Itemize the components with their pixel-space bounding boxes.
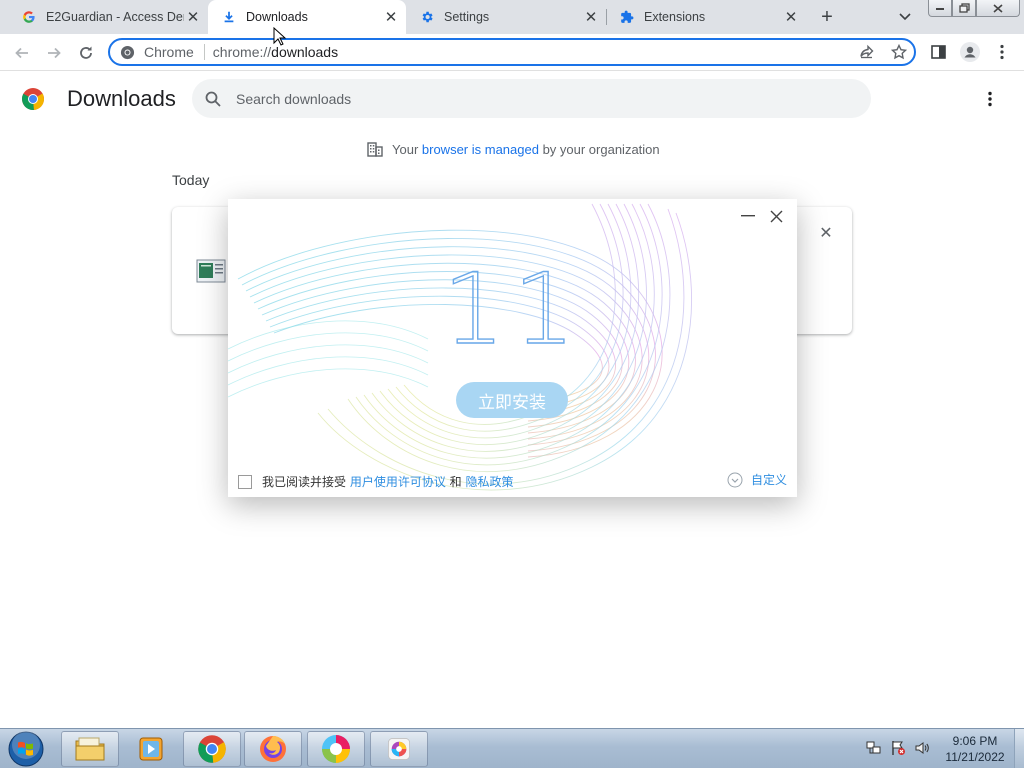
taskbar-installer-app[interactable]	[307, 731, 365, 767]
chevron-down-circle-icon	[727, 472, 743, 487]
taskbar-media-player[interactable]	[122, 731, 180, 767]
tab-label: Downloads	[246, 10, 308, 24]
windows-taskbar: 9:06 PM 11/21/2022	[0, 728, 1024, 768]
close-tab-icon[interactable]: ✕	[782, 8, 800, 26]
close-tab-icon[interactable]: ✕	[184, 8, 202, 26]
taskbar-installer-window[interactable]	[370, 731, 428, 767]
google-g-icon	[21, 9, 37, 25]
back-arrow-icon[interactable]	[9, 40, 35, 66]
share-icon[interactable]	[858, 43, 876, 61]
managed-notice: Your browser is managed by your organiza…	[366, 140, 660, 158]
managed-prefix: Your	[392, 141, 422, 157]
taskbar-chrome[interactable]	[183, 731, 241, 767]
custom-install-label: 自定义	[750, 473, 787, 487]
agreement-row: 我已阅读并接受 用户使用许可协议 和 隐私政策	[238, 473, 514, 490]
bookmark-star-icon[interactable]	[890, 43, 908, 61]
forward-arrow-icon[interactable]	[41, 40, 67, 66]
url-scheme: chrome://	[212, 44, 272, 60]
volume-speaker-icon[interactable]	[914, 740, 930, 756]
tab-settings[interactable]: Settings ✕	[406, 0, 606, 34]
chrome-logo-icon	[21, 87, 45, 111]
gear-icon	[419, 9, 435, 25]
chrome-icon	[198, 735, 226, 763]
page-title: Downloads	[67, 86, 176, 111]
minimize-window-button[interactable]	[928, 0, 952, 17]
managed-link[interactable]: browser is managed	[422, 142, 539, 157]
media-player-icon	[139, 737, 163, 761]
installer-minimize-icon[interactable]	[739, 207, 757, 225]
search-input[interactable]	[236, 90, 796, 107]
tab-label: E2Guardian - Access Denied	[46, 10, 184, 24]
address-bar[interactable]: Chrome chrome://downloads	[108, 38, 916, 66]
reload-icon[interactable]	[73, 40, 99, 66]
mouse-cursor-icon	[273, 27, 287, 46]
installer-close-icon[interactable]	[767, 207, 785, 225]
new-tab-button[interactable]: +	[816, 6, 838, 28]
profile-avatar-icon[interactable]	[958, 40, 982, 64]
site-chip[interactable]: Chrome	[110, 44, 213, 60]
site-chip-label: Chrome	[144, 44, 194, 60]
restore-window-button[interactable]	[952, 0, 976, 17]
taskbar-firefox[interactable]	[244, 731, 302, 767]
agreement-text: 我已阅读并接受	[262, 475, 350, 489]
start-button[interactable]	[6, 730, 46, 768]
firefox-icon	[260, 736, 286, 762]
remove-download-close-icon[interactable]: ✕	[817, 224, 835, 242]
browser-toolbar: Chrome chrome://downloads	[0, 34, 1024, 71]
tab-downloads[interactable]: Downloads ✕	[208, 0, 406, 34]
chrome-menu-kebab-icon[interactable]	[990, 40, 1014, 64]
privacy-policy-link[interactable]: 隐私政策	[465, 473, 513, 490]
close-tab-icon[interactable]: ✕	[382, 8, 400, 26]
clock-date: 11/21/2022	[945, 750, 1005, 764]
downloads-menu-kebab-icon[interactable]	[980, 88, 1000, 110]
search-icon	[205, 91, 221, 107]
custom-install-toggle[interactable]: 自定义	[727, 471, 787, 488]
chip-divider	[203, 44, 205, 60]
tab-search-chevron-icon[interactable]	[894, 6, 916, 28]
license-agreement-link[interactable]: 用户使用许可协议	[350, 473, 446, 490]
action-center-flag-icon[interactable]	[890, 740, 906, 756]
file-type-icon	[196, 259, 226, 283]
folder-icon	[75, 737, 105, 761]
version-number: 11	[442, 253, 584, 367]
tab-label: Settings	[444, 10, 490, 24]
chrome-mono-icon	[120, 45, 135, 59]
show-desktop-button[interactable]	[1014, 729, 1024, 768]
managed-suffix: by your organization	[538, 141, 660, 157]
agreement-and-text: 和	[445, 475, 466, 489]
taskbar-clock[interactable]: 9:06 PM 11/21/2022	[940, 733, 1010, 765]
close-window-button[interactable]	[976, 0, 1020, 17]
tab-extensions[interactable]: Extensions ✕	[606, 0, 806, 34]
taskbar-explorer[interactable]	[61, 731, 119, 767]
network-icon[interactable]	[866, 740, 882, 756]
tab-label: Extensions	[644, 10, 706, 24]
agreement-checkbox[interactable]	[238, 474, 252, 489]
colorful-app-icon	[388, 738, 410, 760]
date-section-header: Today	[172, 172, 210, 188]
puzzle-icon	[619, 9, 635, 25]
colorful-app-icon	[322, 735, 350, 763]
tab-strip: E2Guardian - Access Denied ✕ Downloads ✕…	[0, 0, 1024, 34]
side-panel-icon[interactable]	[926, 40, 950, 64]
clock-time: 9:06 PM	[952, 734, 998, 748]
tab-e2guardian[interactable]: E2Guardian - Access Denied ✕	[8, 0, 208, 34]
installer-dialog: 11 立即安装 我已阅读并接受 用户使用许可协议 和 隐私政策 自定义	[228, 199, 797, 497]
system-tray	[866, 740, 930, 756]
search-downloads-box[interactable]	[192, 79, 871, 118]
building-icon	[367, 142, 383, 157]
download-icon	[221, 9, 237, 25]
close-tab-icon[interactable]: ✕	[582, 8, 600, 26]
install-now-button[interactable]: 立即安装	[456, 382, 568, 418]
